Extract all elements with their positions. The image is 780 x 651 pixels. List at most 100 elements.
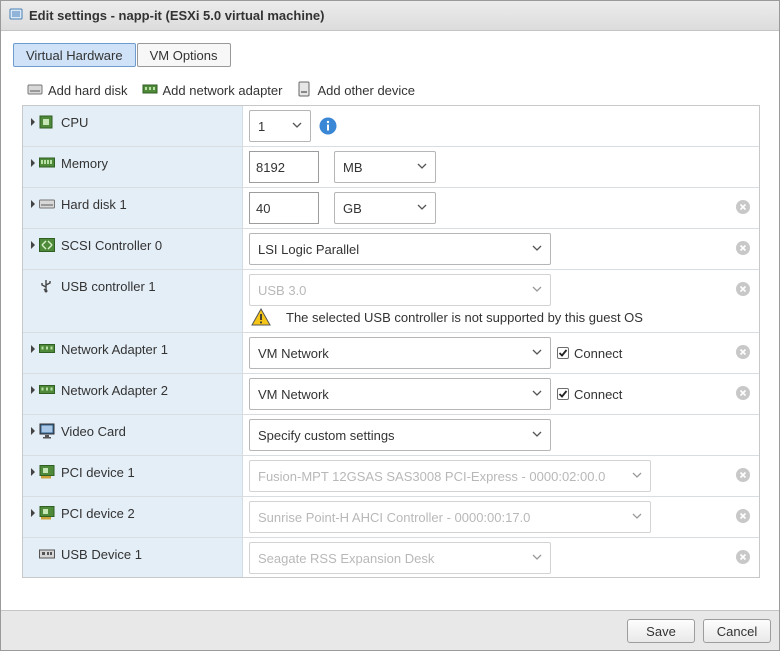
- network-adapter-2-label: Network Adapter 2: [61, 382, 168, 398]
- memory-label: Memory: [61, 155, 108, 171]
- hardware-row-video-card: Video Card Specify custom settings: [23, 415, 759, 456]
- cancel-button[interactable]: Cancel: [703, 619, 771, 643]
- connect-checkbox[interactable]: [557, 347, 569, 359]
- chevron-down-icon: [532, 390, 542, 396]
- warning-icon: [251, 308, 271, 326]
- network-adapter-icon: [142, 82, 163, 99]
- remove-device-icon[interactable]: [736, 386, 750, 400]
- cpu-row-header[interactable]: CPU: [23, 112, 243, 132]
- network-adapter-2-row-header[interactable]: Network Adapter 2: [23, 380, 243, 400]
- vm-icon: [9, 7, 23, 24]
- pci-device-2-select: Sunrise Point-H AHCI Controller - 0000:0…: [249, 501, 651, 533]
- scsi-type-select[interactable]: LSI Logic Parallel: [249, 233, 551, 265]
- pci-device-2-controls: Sunrise Point-H AHCI Controller - 0000:0…: [249, 501, 651, 533]
- network-adapter-2-network-select[interactable]: VM Network: [249, 378, 551, 410]
- expand-caret-icon[interactable]: [27, 509, 39, 517]
- expand-caret-icon[interactable]: [27, 200, 39, 208]
- video-card-row-header[interactable]: Video Card: [23, 421, 243, 441]
- memory-controls: 8192 MB: [249, 151, 436, 183]
- pci-device-1-row-header[interactable]: PCI device 1: [23, 462, 243, 482]
- video-card-settings-select[interactable]: Specify custom settings: [249, 419, 551, 451]
- memory-row-header[interactable]: Memory: [23, 153, 243, 173]
- expand-caret-icon[interactable]: [27, 159, 39, 167]
- memory-icon: [39, 156, 55, 170]
- scsi-type-value: LSI Logic Parallel: [258, 241, 360, 257]
- scsi-controls: LSI Logic Parallel: [249, 233, 551, 265]
- scsi-controller-label: SCSI Controller 0: [61, 237, 163, 253]
- add-other-device-button[interactable]: Add other device: [296, 81, 415, 100]
- hard-disk-1-row-header[interactable]: Hard disk 1: [23, 194, 243, 214]
- usb-controller-warning-text: The selected USB controller is not suppo…: [286, 309, 643, 325]
- info-icon[interactable]: [319, 117, 337, 135]
- expand-caret-icon[interactable]: [27, 386, 39, 394]
- pci-card-icon: [39, 506, 55, 520]
- remove-device-icon[interactable]: [736, 468, 750, 482]
- usb-controller-row-header: USB controller 1: [23, 276, 243, 296]
- hardware-row-pci-device-2: PCI device 2 Sunrise Point-H AHCI Contro…: [23, 497, 759, 538]
- scsi-controller-icon: [39, 238, 55, 252]
- tab-vm-options[interactable]: VM Options: [136, 43, 231, 67]
- usb-device-1-select: Seagate RSS Expansion Desk: [249, 542, 551, 574]
- chevron-down-icon: [632, 513, 642, 519]
- pci-device-1-controls: Fusion-MPT 12GSAS SAS3008 PCI-Express - …: [249, 460, 651, 492]
- dialog-title: Edit settings - napp-it (ESXi 5.0 virtua…: [29, 8, 325, 23]
- dialog-footer: Save Cancel: [1, 610, 779, 650]
- add-network-adapter-button[interactable]: Add network adapter: [142, 82, 282, 99]
- remove-device-icon[interactable]: [736, 509, 750, 523]
- memory-unit-select[interactable]: MB: [334, 151, 436, 183]
- hardware-row-memory: Memory 8192 MB: [23, 147, 759, 188]
- cpu-count-select[interactable]: 1: [249, 110, 311, 142]
- network-adapter-2-network-value: VM Network: [258, 386, 329, 402]
- add-other-device-label: Add other device: [317, 83, 416, 98]
- tab-virtual-hardware[interactable]: Virtual Hardware: [13, 43, 136, 67]
- dialog-titlebar: Edit settings - napp-it (ESXi 5.0 virtua…: [1, 1, 779, 31]
- usb-controller-type-value: USB 3.0: [258, 282, 307, 298]
- pci-device-1-value: Fusion-MPT 12GSAS SAS3008 PCI-Express - …: [258, 468, 606, 484]
- network-adapter-2-controls: VM Network Connect: [249, 378, 622, 410]
- network-adapter-icon: [39, 342, 55, 356]
- save-button[interactable]: Save: [627, 619, 695, 643]
- chevron-down-icon: [532, 349, 542, 355]
- remove-device-icon[interactable]: [736, 345, 750, 359]
- pci-device-2-label: PCI device 2: [61, 505, 135, 521]
- remove-device-icon[interactable]: [736, 550, 750, 564]
- network-adapter-1-network-value: VM Network: [258, 345, 329, 361]
- cpu-label: CPU: [61, 114, 89, 130]
- hard-disk-size-input[interactable]: 40: [249, 192, 319, 224]
- remove-device-icon[interactable]: [736, 282, 750, 296]
- network-adapter-1-label: Network Adapter 1: [61, 341, 168, 357]
- hardware-row-usb-device-1: USB Device 1 Seagate RSS Expansion Desk: [23, 538, 759, 579]
- expand-caret-icon[interactable]: [27, 118, 39, 126]
- network-adapter-1-row-header[interactable]: Network Adapter 1: [23, 339, 243, 359]
- video-card-settings-value: Specify custom settings: [258, 427, 395, 443]
- remove-device-icon[interactable]: [736, 241, 750, 255]
- memory-size-input[interactable]: 8192: [249, 151, 319, 183]
- cpu-icon: [39, 115, 55, 129]
- add-hard-disk-label: Add hard disk: [48, 83, 128, 98]
- video-card-label: Video Card: [61, 423, 126, 439]
- usb-device-1-controls: Seagate RSS Expansion Desk: [249, 542, 551, 574]
- usb-controller-warning: The selected USB controller is not suppo…: [251, 308, 643, 326]
- cpu-count-value: 1: [258, 118, 266, 134]
- hardware-row-cpu: CPU 1: [23, 106, 759, 147]
- pci-device-1-select: Fusion-MPT 12GSAS SAS3008 PCI-Express - …: [249, 460, 651, 492]
- expand-caret-icon[interactable]: [27, 468, 39, 476]
- memory-unit-value: MB: [343, 159, 363, 175]
- remove-device-icon[interactable]: [736, 200, 750, 214]
- usb-controller-type-select: USB 3.0: [249, 274, 551, 306]
- expand-caret-icon[interactable]: [27, 241, 39, 249]
- connect-checkbox[interactable]: [557, 388, 569, 400]
- pci-device-2-row-header[interactable]: PCI device 2: [23, 503, 243, 523]
- chevron-down-icon: [632, 472, 642, 478]
- hard-disk-1-controls: 40 GB: [249, 192, 436, 224]
- edit-settings-dialog: Edit settings - napp-it (ESXi 5.0 virtua…: [0, 0, 780, 651]
- chevron-down-icon: [292, 122, 302, 128]
- other-device-icon: [296, 81, 317, 100]
- connect-label: Connect: [574, 345, 623, 361]
- network-adapter-1-network-select[interactable]: VM Network: [249, 337, 551, 369]
- hard-disk-unit-select[interactable]: GB: [334, 192, 436, 224]
- expand-caret-icon[interactable]: [27, 345, 39, 353]
- scsi-row-header[interactable]: SCSI Controller 0: [23, 235, 243, 255]
- add-hard-disk-button[interactable]: Add hard disk: [27, 82, 128, 99]
- expand-caret-icon[interactable]: [27, 427, 39, 435]
